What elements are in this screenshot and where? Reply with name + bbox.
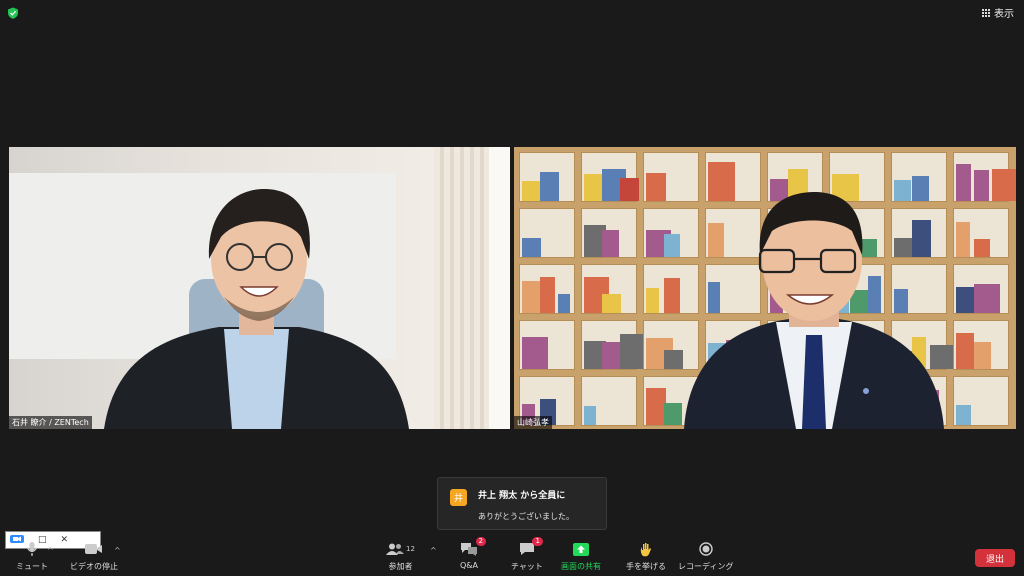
share-screen-icon [573, 542, 589, 556]
participants-icon [386, 543, 404, 555]
grid-icon [982, 8, 990, 17]
participants-count: 12 [406, 545, 415, 553]
record-icon [699, 542, 713, 556]
video-options-caret[interactable]: ^ [114, 546, 121, 555]
chat-notification[interactable]: 井 井上 翔太 から全員に ありがとうございました。 [437, 477, 607, 530]
chat-badge: 1 [532, 537, 543, 546]
microphone-icon [26, 542, 38, 556]
mute-button[interactable]: ミュート [16, 540, 48, 572]
raised-hand-icon [640, 542, 651, 556]
qa-badge: 2 [475, 537, 486, 546]
qa-icon [461, 543, 477, 556]
record-button[interactable]: レコーディング [678, 540, 733, 572]
audio-options-caret[interactable]: ^ [47, 546, 54, 555]
participant-video [104, 189, 409, 429]
participant-video [684, 192, 944, 429]
qa-label: Q&A [460, 561, 479, 570]
participants-label: 参加者 [388, 562, 413, 571]
view-label: 表示 [994, 9, 1014, 20]
participant-name-tag: 山崎弘孝 [514, 416, 552, 429]
raise-hand-label: 手を挙げる [626, 562, 666, 571]
meeting-toolbar: ミュート ^ ビデオの停止 ^ 12 参加者 ^ 2 Q&A 1 チャット 画面… [0, 537, 1024, 576]
chat-label: チャット [511, 562, 543, 571]
leave-button[interactable]: 退出 [975, 549, 1015, 567]
security-shield-icon[interactable] [7, 7, 19, 19]
qa-button[interactable]: 2 Q&A [460, 537, 486, 570]
chat-button[interactable]: 1 チャット [511, 537, 543, 572]
video-tile-participant-2[interactable]: 山崎弘孝 [514, 147, 1016, 429]
video-camera-icon [85, 544, 102, 554]
record-label: レコーディング [678, 562, 734, 571]
chat-sender: 井上 翔太 から全員に [478, 491, 566, 501]
view-button[interactable]: 表示 [982, 5, 1014, 20]
raise-hand-button[interactable]: 手を挙げる [626, 540, 666, 572]
participants-button[interactable]: 12 参加者 [386, 540, 415, 572]
chat-message: ありがとうございました。 [478, 512, 574, 521]
stop-video-button[interactable]: ビデオの停止 [70, 540, 118, 572]
share-screen-label: 画面の共有 [561, 562, 601, 571]
sender-avatar: 井 [450, 489, 467, 506]
stop-video-label: ビデオの停止 [70, 562, 118, 571]
participants-options-caret[interactable]: ^ [430, 546, 437, 555]
share-screen-button[interactable]: 画面の共有 [561, 540, 601, 572]
mute-label: ミュート [16, 562, 48, 571]
video-tile-participant-1[interactable]: 石井 瞭介 / ZENTech [9, 147, 510, 429]
participant-name-tag: 石井 瞭介 / ZENTech [9, 416, 92, 429]
